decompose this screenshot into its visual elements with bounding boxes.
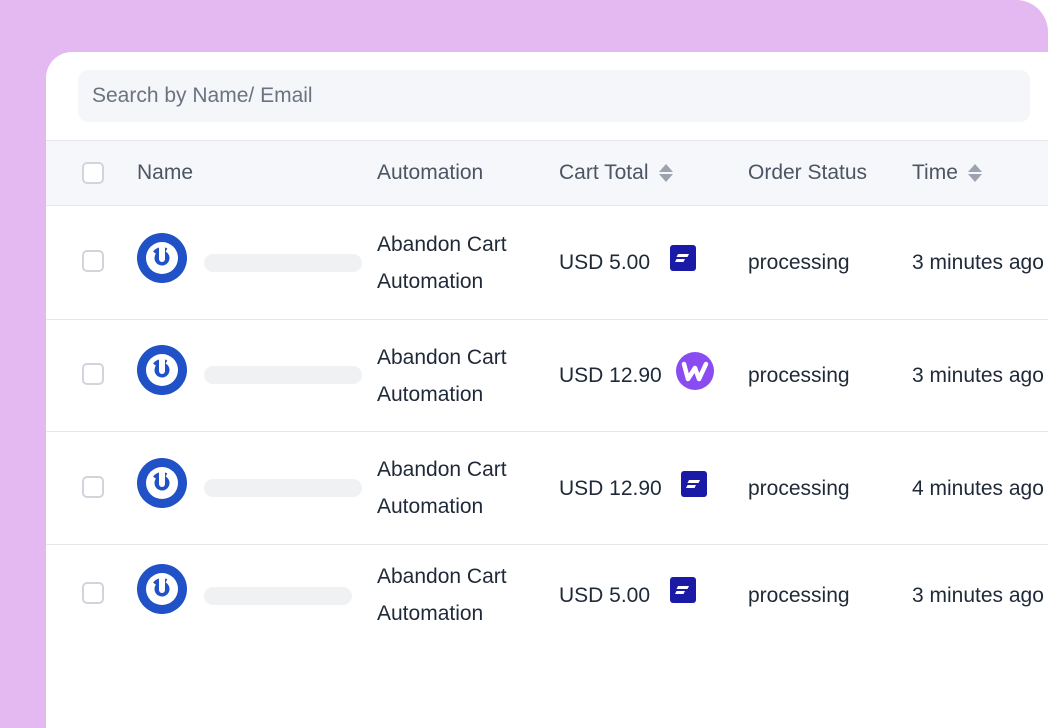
row-checkbox[interactable] (82, 582, 104, 604)
automation-line2: Automation (377, 383, 484, 406)
table-row[interactable]: Abandon Cart Automation USD 12.90 proces… (46, 431, 1048, 545)
column-header-order-status-label: Order Status (748, 161, 868, 184)
column-header-order-status: Order Status (748, 141, 867, 205)
column-header-time-label: Time (912, 161, 958, 184)
power-icon (146, 573, 178, 605)
time-ago: 4 minutes ago (912, 477, 1044, 500)
select-all-checkbox[interactable] (82, 162, 104, 184)
order-status: processing (748, 364, 850, 387)
abandoned-carts-panel: Name Automation Cart Total Order Status … (46, 52, 1048, 728)
name-placeholder (204, 587, 352, 605)
column-header-name-label: Name (137, 161, 194, 184)
column-header-cart-total[interactable]: Cart Total (559, 141, 673, 205)
name-placeholder (204, 479, 362, 497)
automation-cell: Abandon Cart Automation (377, 226, 507, 300)
cart-total: USD 12.90 (559, 364, 662, 387)
time-ago: 3 minutes ago (912, 364, 1044, 387)
table-header: Name Automation Cart Total Order Status … (46, 140, 1048, 206)
automation-line1: Abandon Cart (377, 233, 507, 256)
sort-icon[interactable] (658, 163, 673, 183)
column-header-time[interactable]: Time (912, 141, 982, 205)
table-row[interactable]: Abandon Cart Automation USD 5.00 process… (46, 206, 1048, 320)
automation-line1: Abandon Cart (377, 346, 507, 369)
avatar (137, 345, 187, 395)
name-placeholder (204, 254, 362, 272)
column-header-automation: Automation (377, 141, 483, 205)
sort-icon[interactable] (967, 163, 982, 183)
order-status: processing (748, 477, 850, 500)
fluentcart-icon (670, 245, 696, 271)
table-row[interactable]: Abandon Cart Automation USD 12.90 proces… (46, 319, 1048, 432)
cart-total: USD 5.00 (559, 251, 651, 274)
background-frame: Name Automation Cart Total Order Status … (0, 0, 1048, 728)
automation-line2: Automation (377, 270, 484, 293)
fluentcart-icon (670, 577, 696, 603)
cart-total: USD 5.00 (559, 584, 651, 607)
automation-cell: Abandon Cart Automation (377, 339, 507, 413)
time-ago: 3 minutes ago (912, 251, 1044, 274)
power-icon (146, 354, 178, 386)
column-header-cart-total-label: Cart Total (559, 161, 649, 184)
automation-line2: Automation (377, 495, 484, 518)
search-input[interactable] (78, 70, 1030, 122)
row-checkbox[interactable] (82, 363, 104, 385)
power-icon (146, 467, 178, 499)
automation-cell: Abandon Cart Automation (377, 558, 507, 632)
table-row[interactable]: Abandon Cart Automation USD 5.00 process… (46, 544, 1048, 650)
power-icon (146, 242, 178, 274)
avatar (137, 564, 187, 614)
name-placeholder (204, 366, 362, 384)
row-checkbox[interactable] (82, 476, 104, 498)
automation-line2: Automation (377, 602, 484, 625)
column-header-automation-label: Automation (377, 161, 484, 184)
woocommerce-icon (676, 352, 714, 390)
automation-cell: Abandon Cart Automation (377, 451, 507, 525)
avatar (137, 458, 187, 508)
row-checkbox[interactable] (82, 250, 104, 272)
search-bar (78, 70, 1030, 122)
cart-total: USD 12.90 (559, 477, 662, 500)
fluentcart-icon (681, 471, 707, 497)
time-ago: 3 minutes ago (912, 584, 1044, 607)
avatar (137, 233, 187, 283)
order-status: processing (748, 251, 850, 274)
automation-line1: Abandon Cart (377, 458, 507, 481)
column-header-name: Name (137, 141, 193, 205)
automation-line1: Abandon Cart (377, 565, 507, 588)
order-status: processing (748, 584, 850, 607)
